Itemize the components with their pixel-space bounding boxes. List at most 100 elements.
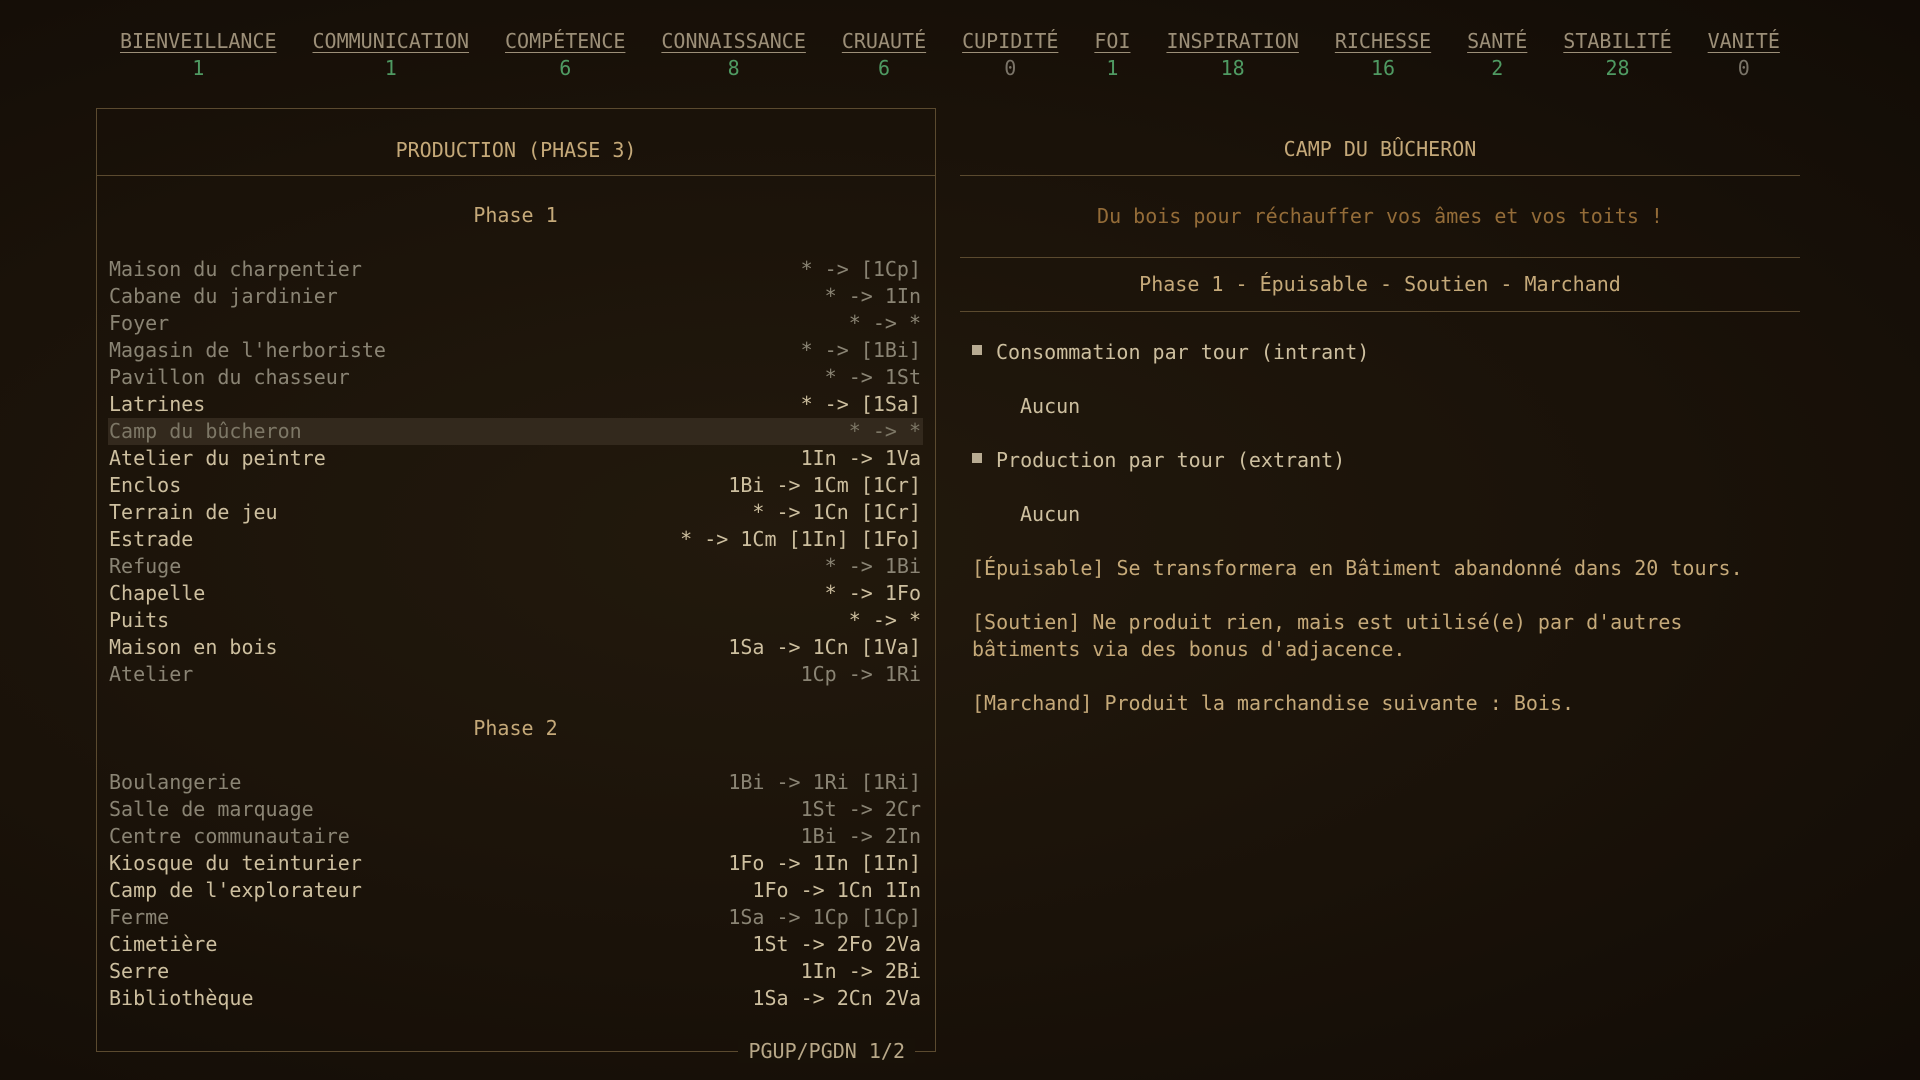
building-row[interactable]: Atelier du peintre 1In -> 1Va [108,445,923,472]
stat-9[interactable]: SANTÉ 2 [1467,28,1527,82]
building-row[interactable]: Ferme 1Sa -> 1Cp [1Cp] [108,904,923,931]
building-name: Camp du bûcheron [109,419,302,443]
stat-value: 18 [1220,56,1245,80]
stat-10[interactable]: STABILITÉ 28 [1563,28,1671,82]
building-row[interactable]: Boulangerie 1Bi -> 1Ri [1Ri] [108,769,923,796]
building-row[interactable]: Serre 1In -> 2Bi [108,958,923,985]
stat-name[interactable]: STABILITÉ [1563,28,1671,54]
stat-5[interactable]: CUPIDITÉ 0 [962,28,1058,82]
building-row[interactable]: Atelier 1Cp -> 1Ri [108,661,923,688]
building-row[interactable]: Terrain de jeu * -> 1Cn [1Cr] [108,499,923,526]
building-name: Estrade [109,527,194,551]
stat-6[interactable]: FOI 1 [1094,28,1130,82]
building-name: Terrain de jeu [109,500,278,524]
building-name: Maison du charpentier [109,257,362,281]
consumption-value: Aucun [1020,394,1081,418]
stat-11[interactable]: VANITÉ 0 [1708,28,1780,82]
stat-name[interactable]: COMPÉTENCE [505,28,625,54]
building-name: Salle de marquage [109,797,314,821]
note-exhaustible: [Épuisable] Se transformera en Bâtiment … [972,556,1743,580]
building-row[interactable]: Estrade * -> 1Cm [1In] [1Fo] [108,526,923,553]
building-row[interactable]: Kiosque du teinturier 1Fo -> 1In [1In] [108,850,923,877]
stat-name[interactable]: CUPIDITÉ [962,28,1058,54]
building-row[interactable]: Bibliothèque 1Sa -> 2Cn 2Va [108,985,923,1012]
stat-name[interactable]: CRUAUTÉ [842,28,926,54]
stat-name[interactable]: BIENVEILLANCE [120,28,277,54]
stat-0[interactable]: BIENVEILLANCE 1 [120,28,277,82]
stat-value: 1 [384,56,397,80]
stat-4[interactable]: CRUAUTÉ 6 [842,28,926,82]
building-name: Camp de l'explorateur [109,878,362,902]
building-row[interactable]: Cimetière 1St -> 2Fo 2Va [108,931,923,958]
building-formula: * -> [1Cp] [800,257,921,281]
building-formula: * -> [1Sa] [800,392,921,416]
building-row-selected[interactable]: Camp du bûcheron * -> * [108,418,923,445]
stat-3[interactable]: CONNAISSANCE 8 [661,28,806,82]
building-formula: 1Sa -> 1Cp [1Cp] [728,905,921,929]
stat-value: 0 [1737,56,1750,80]
stat-8[interactable]: RICHESSE 16 [1335,28,1431,82]
building-formula: 1Fo -> 1In [1In] [728,851,921,875]
building-flavor-text: Du bois pour réchauffer vos âmes et vos … [1097,204,1663,228]
stat-name[interactable]: CONNAISSANCE [661,28,806,54]
stat-value: 16 [1370,56,1396,80]
production-list[interactable]: Phase 1 Maison du charpentier * -> [1Cp] C… [97,175,935,1012]
building-row[interactable]: Pavillon du chasseur * -> 1St [108,364,923,391]
building-name: Atelier [109,662,194,686]
square-bullet-icon [972,452,982,463]
stat-value: 8 [727,56,740,80]
consumption-section: Consommation par tour (intrant) [972,339,1788,366]
building-row[interactable]: Salle de marquage 1St -> 2Cr [108,796,923,823]
building-row[interactable]: Refuge * -> 1Bi [108,553,923,580]
stat-name[interactable]: COMMUNICATION [313,28,470,54]
note-support: [Soutien] Ne produit rien, mais est util… [972,610,1683,661]
stat-name[interactable]: VANITÉ [1708,28,1780,54]
building-row[interactable]: Cabane du jardinier * -> 1In [108,283,923,310]
phase-1-list: Maison du charpentier * -> [1Cp] Cabane du… [108,256,923,688]
building-row[interactable]: Camp de l'explorateur 1Fo -> 1Cn 1In [108,877,923,904]
building-row[interactable]: Foyer * -> * [108,310,923,337]
building-formula: 1Fo -> 1Cn 1In [752,878,921,902]
building-detail-body: Consommation par tour (intrant) Aucun Pr… [960,339,1800,717]
building-formula: * -> [1Bi] [800,338,921,362]
building-row[interactable]: Centre communautaire 1Bi -> 2In [108,823,923,850]
building-row[interactable]: Chapelle * -> 1Fo [108,580,923,607]
square-bullet-icon [972,344,982,355]
stat-value: 6 [559,56,572,80]
stat-value: 0 [1004,56,1017,80]
building-name: Serre [109,959,170,983]
phase-2-list: Boulangerie 1Bi -> 1Ri [1Ri] Salle de marq… [108,769,923,1012]
production-panel-title: PRODUCTION (PHASE 3) [97,109,935,176]
stat-1[interactable]: COMMUNICATION 1 [313,28,470,82]
production-section: Production par tour (extrant) [972,447,1788,474]
stat-7[interactable]: INSPIRATION 18 [1166,28,1298,82]
building-formula: 1In -> 1Va [800,446,921,470]
stat-2[interactable]: COMPÉTENCE 6 [505,28,625,82]
building-row[interactable]: Magasin de l'herboriste * -> [1Bi] [108,337,923,364]
building-name: Refuge [109,554,182,578]
stat-name[interactable]: INSPIRATION [1166,28,1298,54]
building-row[interactable]: Latrines * -> [1Sa] [108,391,923,418]
building-name: Enclos [109,473,182,497]
note-merchant: [Marchand] Produit la marchandise suivan… [972,691,1575,715]
building-name: Boulangerie [109,770,242,794]
pager-indicator[interactable]: PGUP/PGDN 1/2 [738,1039,915,1063]
building-row[interactable]: Maison du charpentier * -> [1Cp] [108,256,923,283]
stat-name[interactable]: FOI [1094,28,1130,54]
building-formula: 1St -> 2Fo 2Va [752,932,921,956]
building-row[interactable]: Enclos 1Bi -> 1Cm [1Cr] [108,472,923,499]
stat-name[interactable]: SANTÉ [1467,28,1527,54]
building-name: Maison en bois [109,635,278,659]
phase-1-header: Phase 1 [473,203,558,227]
stat-name[interactable]: RICHESSE [1335,28,1431,54]
building-phase-line: Phase 1 - Épuisable - Soutien - Marchand [960,258,1800,312]
building-formula: * -> 1Bi [824,554,921,578]
building-row[interactable]: Maison en bois 1Sa -> 1Cn [1Va] [108,634,923,661]
building-formula: 1Sa -> 1Cn [1Va] [728,635,921,659]
building-formula: 1Sa -> 2Cn 2Va [752,986,921,1010]
building-name: Magasin de l'herboriste [109,338,386,362]
building-row[interactable]: Puits * -> * [108,607,923,634]
building-formula: * -> 1Cn [1Cr] [752,500,921,524]
building-formula: 1In -> 2Bi [800,959,921,983]
building-name: Bibliothèque [109,986,254,1010]
